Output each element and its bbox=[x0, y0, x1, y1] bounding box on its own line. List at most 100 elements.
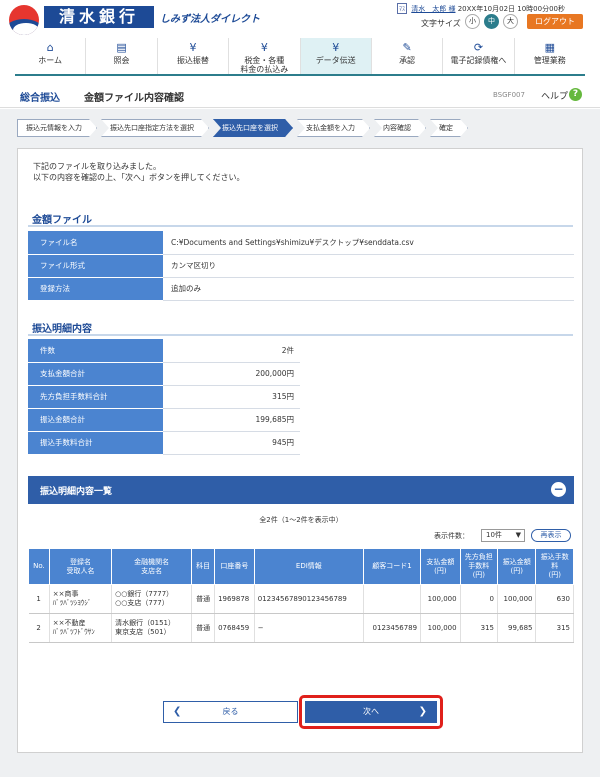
col-bank: 金融機関名 支店名 bbox=[111, 548, 193, 585]
nav-item-label: ホーム bbox=[38, 56, 63, 65]
yen-tax-icon: ¥ bbox=[260, 41, 268, 54]
intro-line-1: 下記のファイルを取り込みました。 bbox=[33, 162, 161, 171]
file-name-label: ファイル名 bbox=[28, 231, 163, 255]
transfer-total-value: 199,685円 bbox=[163, 408, 300, 432]
nav-item-label: 税金・各種 料金の払込み bbox=[240, 56, 289, 74]
detail-list-accordion[interactable]: 振込明細内容一覧 − bbox=[28, 476, 574, 504]
page-title: 金額ファイル内容確認 bbox=[84, 93, 184, 104]
chevron-right-icon: ❯ bbox=[418, 706, 427, 717]
nav-item-6[interactable]: ⟳ 電子記録債権へ bbox=[443, 38, 515, 74]
col-payment: 支払金額 (円) bbox=[420, 548, 461, 585]
back-button[interactable]: ❮ 戻る bbox=[163, 701, 298, 723]
nav-item-0[interactable]: ⌂ ホーム bbox=[15, 38, 87, 74]
nav-item-label: 電子記録債権へ bbox=[450, 56, 507, 65]
row-payment: 100,000 bbox=[420, 584, 461, 614]
row-transfer: 100,000 bbox=[497, 584, 537, 614]
logout-button[interactable]: ログアウト bbox=[527, 14, 583, 29]
table-row: 1 ××商事 ﾊﾞﾂﾊﾞﾂｼﾖｳｼﾞ ○○銀行（7777） ○○支店（777） … bbox=[28, 584, 574, 614]
nav-item-7[interactable]: ▦ 管理業務 bbox=[515, 38, 585, 74]
col-transfer: 振込金額 (円) bbox=[497, 548, 537, 585]
bank-name: 清水銀行 bbox=[44, 6, 154, 28]
admin-icon: ▦ bbox=[544, 41, 556, 54]
col-type: 科目 bbox=[191, 548, 216, 585]
row-transfer-fee: 315 bbox=[535, 613, 574, 643]
chevron-down-icon: ▼ bbox=[515, 531, 521, 539]
main-panel: 下記のファイルを取り込みました。 以下の内容を確認の上、「次へ」ボタンを押してく… bbox=[17, 148, 583, 753]
font-size-large-button[interactable]: 大 bbox=[503, 14, 518, 29]
table-row: 2 ××不動産 ﾊﾞﾂﾊﾞﾂﾌﾄﾞｳｻﾝ 清水銀行（0151） 東京支店（501… bbox=[28, 613, 574, 643]
nav-item-label: 承認 bbox=[399, 56, 416, 65]
row-name: ××不動産 ﾊﾞﾂﾊﾞﾂﾌﾄﾞｳｻﾝ bbox=[49, 613, 113, 643]
nav-item-label: データ伝送 bbox=[315, 56, 356, 65]
row-type: 普通 bbox=[191, 613, 216, 643]
row-edi: 01234567890123456789 bbox=[254, 584, 364, 614]
header: 清水銀行 しみず法人ダイレクト ﾏｽ 清水 太郎 様 20XX年10月02日 1… bbox=[0, 0, 600, 36]
transfer-total-label: 振込金額合計 bbox=[28, 408, 163, 432]
font-size-small-button[interactable]: 小 bbox=[465, 14, 480, 29]
display-count-select[interactable]: 10件 ▼ bbox=[481, 529, 525, 542]
payment-total-label: 支払金額合計 bbox=[28, 362, 163, 386]
col-transfer-fee: 振込手数 料 (円) bbox=[535, 548, 574, 585]
user-name-link[interactable]: 清水 太郎 様 bbox=[411, 5, 455, 13]
row-payment: 100,000 bbox=[420, 613, 461, 643]
file-name-row: ファイル名 C:¥Documents and Settings¥shimizu¥… bbox=[28, 231, 574, 255]
file-name-value: C:¥Documents and Settings¥shimizu¥デスクトップ… bbox=[163, 231, 574, 255]
detail-section-title: 振込明細内容 bbox=[32, 324, 92, 335]
nav-item-3[interactable]: ¥ 税金・各種 料金の払込み bbox=[229, 38, 301, 74]
step-3-current: 振込先口座を選択 bbox=[213, 119, 293, 137]
font-size-medium-button[interactable]: 中 bbox=[484, 14, 499, 29]
chevron-left-icon: ❮ bbox=[173, 706, 182, 717]
step-6: 確定 bbox=[430, 119, 468, 137]
col-name: 登録名 受取人名 bbox=[48, 548, 113, 585]
row-fee-borne: 0 bbox=[460, 584, 499, 614]
file-section-divider bbox=[28, 225, 573, 227]
nav-item-4[interactable]: ¥ データ伝送 bbox=[300, 38, 372, 74]
yen-transfer-icon: ¥ bbox=[189, 41, 197, 54]
row-account: 0768459 bbox=[214, 613, 255, 643]
font-size-label: 文字サイズ bbox=[421, 19, 461, 28]
help-icon[interactable]: ? bbox=[569, 88, 582, 101]
next-button[interactable]: 次へ ❯ bbox=[305, 701, 437, 723]
registration-method-label: 登録方法 bbox=[28, 277, 163, 301]
transfer-fee-total-row: 振込手数料合計 945円 bbox=[28, 431, 300, 455]
nav-item-2[interactable]: ¥ 振込振替 bbox=[158, 38, 230, 74]
login-datetime: 20XX年10月02日 10時00分00秒 bbox=[457, 5, 565, 13]
col-customer: 顧客コード1 bbox=[362, 548, 422, 585]
nav-item-label: 管理業務 bbox=[533, 56, 566, 65]
borne-fee-total-label: 先方負担手数料合計 bbox=[28, 385, 163, 409]
col-edi: EDI情報 bbox=[253, 548, 364, 585]
bank-logo-icon bbox=[9, 5, 39, 35]
detail-count-label: 件数 bbox=[28, 339, 163, 363]
yen-data-icon: ¥ bbox=[332, 41, 340, 54]
display-count-label: 表示件数： bbox=[434, 532, 469, 540]
nav-item-label: 振込振替 bbox=[176, 56, 209, 65]
next-button-label: 次へ bbox=[363, 707, 379, 716]
detail-list-title: 振込明細内容一覧 bbox=[40, 487, 113, 497]
col-account: 口座番号 bbox=[214, 548, 255, 585]
nav-item-5[interactable]: ✎ 承認 bbox=[372, 38, 444, 74]
borne-fee-total-value: 315円 bbox=[163, 385, 300, 409]
row-bank: 清水銀行（0151） 東京支店（501） bbox=[111, 613, 193, 643]
redisplay-button[interactable]: 再表示 bbox=[531, 529, 571, 542]
progress-steps: 振込元情報を入力 振込先口座指定方法を選択 振込先口座を選択 支払金額を入力 内… bbox=[17, 119, 472, 137]
collapse-icon[interactable]: − bbox=[551, 482, 566, 497]
document-icon: ▤ bbox=[116, 41, 127, 54]
help-link[interactable]: ヘルプ bbox=[541, 89, 568, 102]
row-fee-borne: 315 bbox=[460, 613, 499, 643]
page-category: 総合振込 bbox=[20, 93, 60, 104]
nav-item-1[interactable]: ▤ 照会 bbox=[86, 38, 158, 74]
row-edi: − bbox=[254, 613, 364, 643]
user-type-badge: ﾏｽ bbox=[397, 3, 408, 14]
step-5: 内容確認 bbox=[374, 119, 426, 137]
col-no: No. bbox=[28, 548, 50, 585]
main-nav: ⌂ ホーム ▤ 照会 ¥ 振込振替 ¥ 税金・各種 料金の払込み ¥ データ伝送 ✎ 承認 ⟳ 電子記録債… bbox=[15, 38, 585, 76]
payment-total-value: 200,000円 bbox=[163, 362, 300, 386]
row-no: 1 bbox=[28, 584, 50, 614]
display-count-value: 10件 bbox=[486, 531, 502, 539]
step-2: 振込先口座指定方法を選択 bbox=[101, 119, 209, 137]
intro-text: 下記のファイルを取り込みました。 以下の内容を確認の上、「次へ」ボタンを押してく… bbox=[33, 161, 245, 183]
table-header-row: No. 登録名 受取人名 金融機関名 支店名 科目 口座番号 EDI情報 顧客コ… bbox=[28, 548, 574, 585]
row-account: 1969878 bbox=[214, 584, 255, 614]
result-count: 全2件（1～2件を表示中） bbox=[259, 516, 343, 524]
row-customer bbox=[363, 584, 422, 614]
